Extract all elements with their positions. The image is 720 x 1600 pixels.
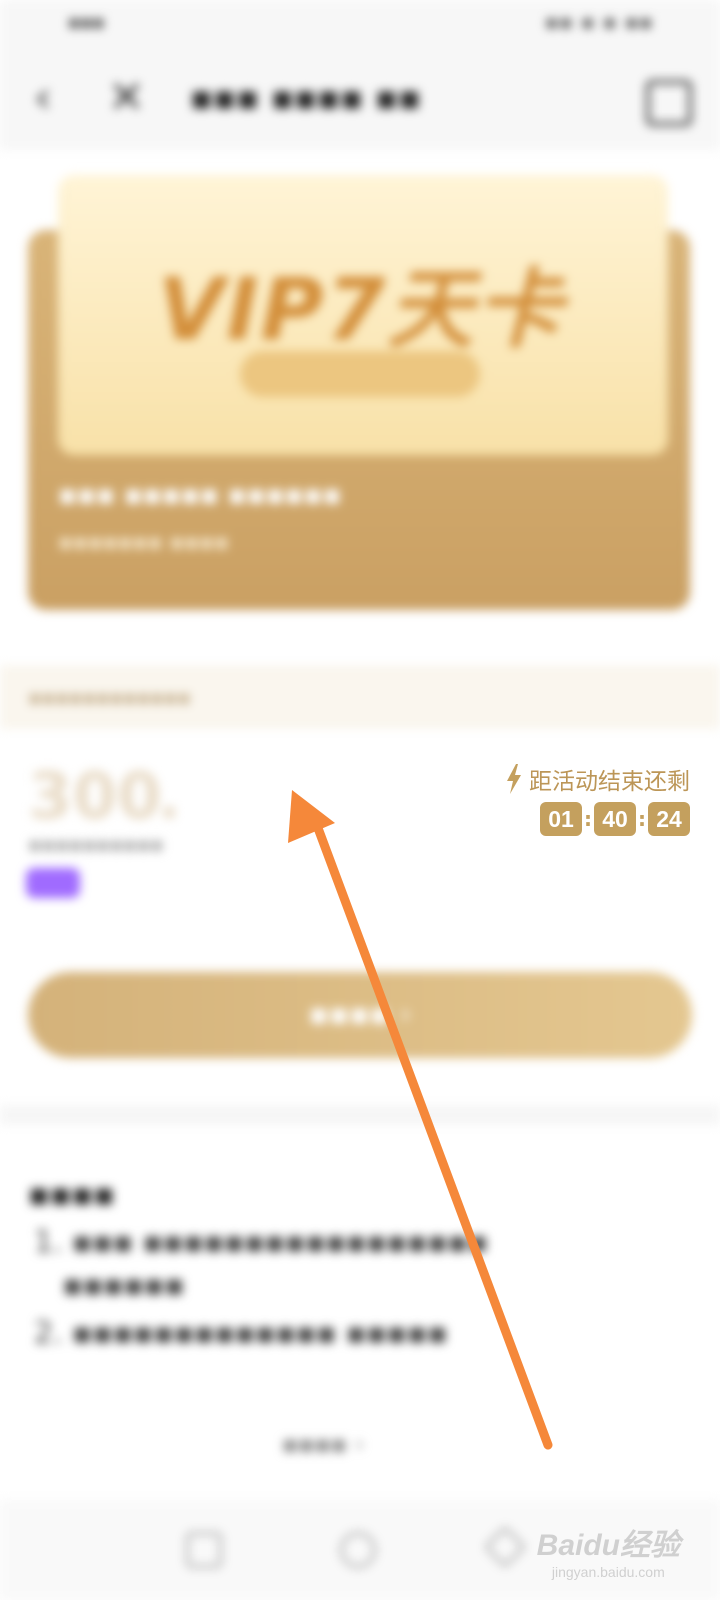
price-unit: ▪ [161,799,177,824]
price-number: 300 [28,760,162,834]
recent-apps-icon[interactable] [186,1532,222,1568]
redeem-button[interactable]: ▪▪▪▪ › [28,972,692,1058]
countdown-label-text: 距活动结束还剩 [529,769,690,795]
vip-card: VIP7天卡 [58,175,668,455]
status-bar: ▪▪▪ ▪▪ ▪ ▪ ▪▪ [0,0,720,50]
nav-bar: ‹ ✕ ▪▪▪ ▪▪▪▪ ▪▪ [0,50,720,150]
countdown-hours: 01 [540,802,582,836]
close-icon[interactable]: ✕ [108,72,145,123]
countdown-label: 距活动结束还剩 [505,762,690,796]
countdown-separator: : [584,807,592,831]
countdown-separator: : [638,807,646,831]
countdown-minutes: 40 [594,802,636,836]
price-note: ▪▪▪▪▪▪▪▪▪▪ [28,832,164,856]
notice-text: ▪▪▪▪▪▪▪▪▪▪▪▪ [28,685,191,709]
vip-card-title: VIP7天卡 [158,260,564,360]
rules-line: ▪▪▪▪▪▪ [34,1268,185,1303]
watermark-url: jingyan.baidu.com [551,1564,665,1580]
bolt-icon [507,764,521,794]
card-subdescription: ▪▪▪▪▪▪▪ ▪▪▪▪ [58,530,230,555]
countdown-seconds: 24 [648,802,690,836]
more-link[interactable]: ▪▪▪▪ › [282,1430,364,1458]
page-title: ▪▪▪ ▪▪▪▪ ▪▪ [190,78,422,118]
countdown-timer: 01 : 40 : 24 [540,802,690,836]
back-icon[interactable]: ‹ [34,72,52,123]
app-screen: ▪▪▪ ▪▪ ▪ ▪ ▪▪ ‹ ✕ ▪▪▪ ▪▪▪▪ ▪▪ VIP7天卡 ▪▪▪… [0,0,720,1600]
notice-strip: ▪▪▪▪▪▪▪▪▪▪▪▪ [0,665,720,729]
rules-line: 1. ▪▪▪ ▪▪▪▪▪▪▪▪▪▪▪▪▪▪▪▪▪ [34,1225,489,1260]
home-icon[interactable] [340,1532,376,1568]
tag-badge [26,868,80,898]
brand-logo [240,351,480,397]
status-time: ▪▪▪ [68,12,105,33]
menu-icon[interactable] [646,80,692,126]
card-description: ▪▪▪ ▪▪▪▪▪ ▪▪▪▪▪▪ [58,478,342,511]
baidu-watermark: Baidu经验 jingyan.baidu.com [537,1520,680,1580]
price-value: 300▪ [28,760,177,834]
section-divider [0,1105,720,1125]
blurred-content: ▪▪▪ ▪▪ ▪ ▪ ▪▪ ‹ ✕ ▪▪▪ ▪▪▪▪ ▪▪ VIP7天卡 ▪▪▪… [0,0,720,1600]
back-nav-icon[interactable] [483,1525,527,1569]
status-icons: ▪▪ ▪ ▪ ▪▪ [545,12,654,33]
rules-title: ▪▪▪▪ [28,1175,115,1213]
watermark-brand: Baidu经验 [536,1529,680,1562]
rules-line: 2. ▪▪▪▪▪▪▪▪▪▪▪▪▪ ▪▪▪▪▪ [34,1316,448,1351]
